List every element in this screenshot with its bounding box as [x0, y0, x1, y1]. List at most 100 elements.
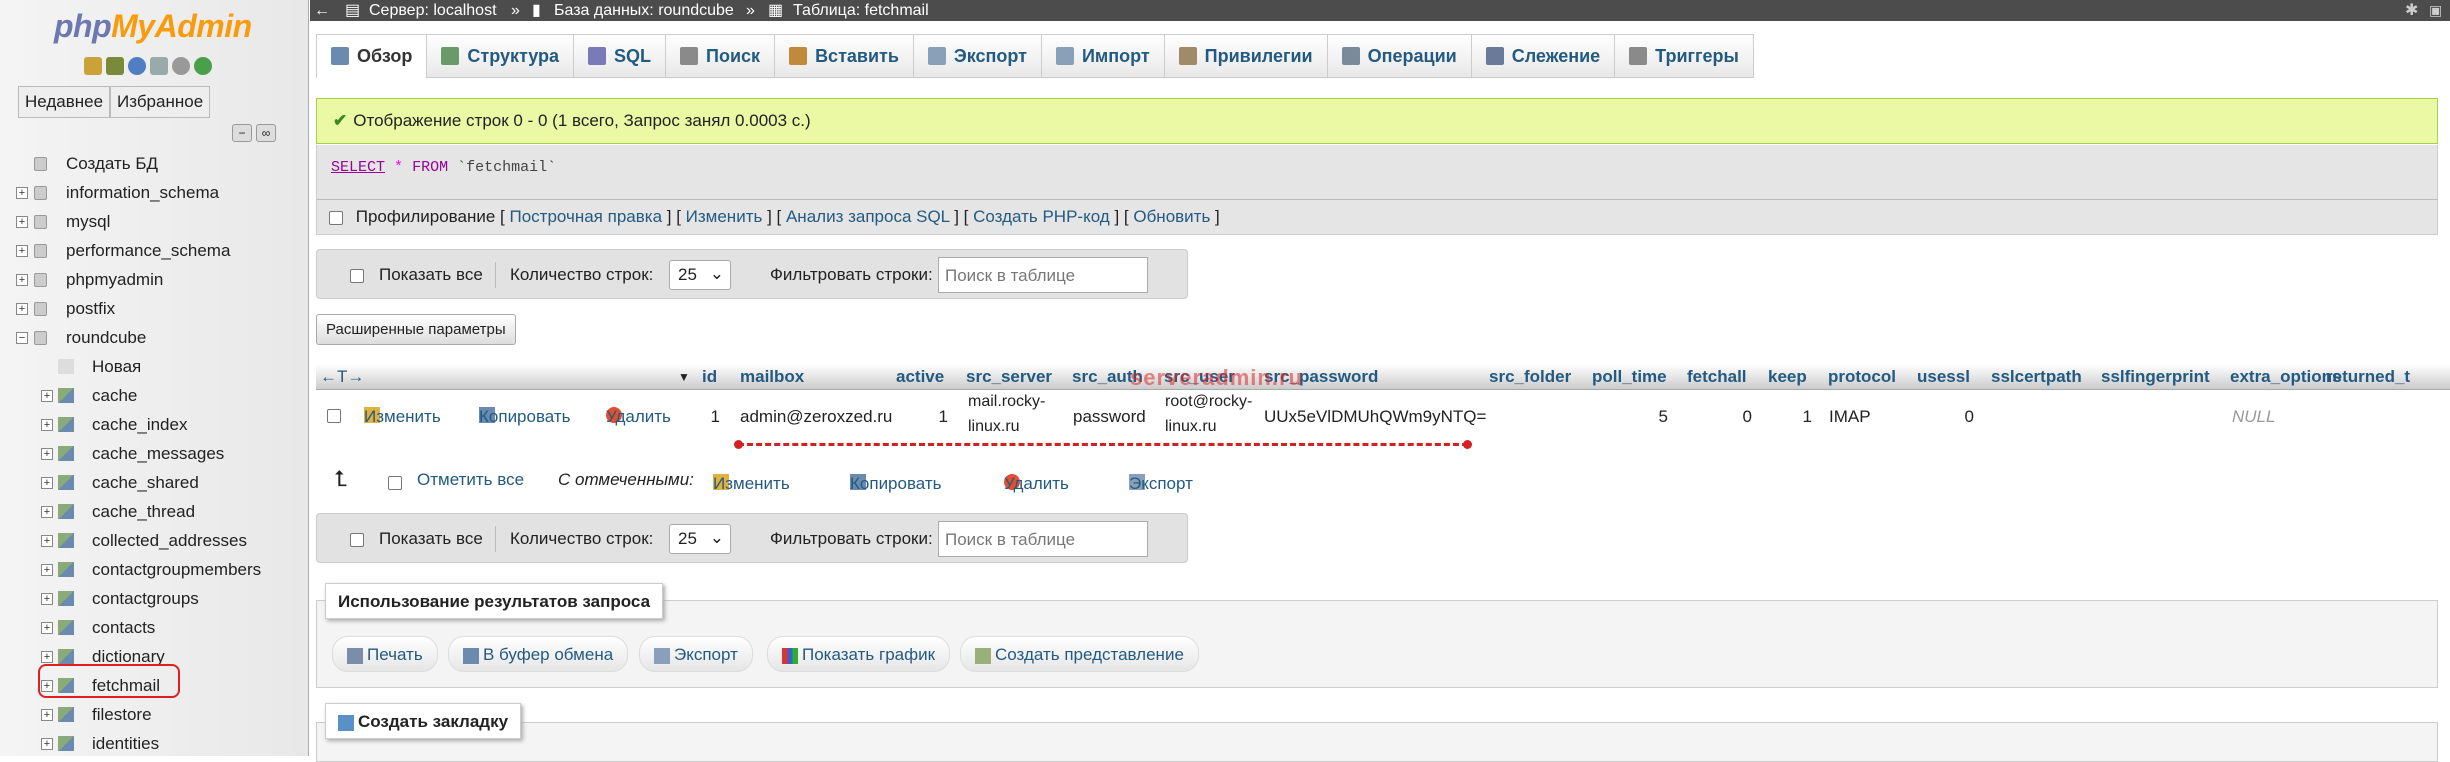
show-all-checkbox[interactable]	[350, 268, 364, 283]
bookmark-legend[interactable]: Создать закладку	[325, 703, 522, 739]
column-header-sslcertpath[interactable]: sslcertpath	[1991, 367, 2082, 387]
column-header-id[interactable]: id	[702, 367, 717, 387]
tab-operations[interactable]: Операции	[1326, 34, 1472, 78]
tree-item[interactable]: + contactgroupmembers	[14, 555, 308, 584]
column-header-mailbox[interactable]: mailbox	[740, 367, 804, 387]
print-button[interactable]: Печать	[332, 636, 438, 672]
row-checkbox[interactable]	[327, 409, 341, 423]
expand-icon[interactable]: +	[41, 622, 53, 634]
show-chart-button[interactable]: Показать график	[767, 636, 951, 672]
sql-select-keyword[interactable]: SELECT	[331, 159, 385, 176]
tree-item[interactable]: + cache_shared	[14, 468, 308, 497]
tree-item[interactable]: + collected_addresses	[14, 526, 308, 555]
expand-icon[interactable]: +	[16, 274, 28, 286]
expand-icon[interactable]: +	[41, 709, 53, 721]
tree-item[interactable]: + information_schema	[14, 178, 308, 207]
tree-item[interactable]: + cache_index	[14, 410, 308, 439]
tree-item[interactable]: + performance_schema	[14, 236, 308, 265]
tree-item[interactable]: + cache_messages	[14, 439, 308, 468]
docs-icon[interactable]	[128, 57, 146, 75]
gear-icon[interactable]: ✱	[2405, 2, 2422, 19]
favorites-tab[interactable]: Избранное	[110, 86, 211, 118]
frame-icon[interactable]: ▣	[2429, 2, 2446, 19]
phpmyadmin-logo[interactable]: phpMyAdmin	[54, 8, 252, 45]
tab-browse[interactable]: Обзор	[316, 34, 428, 78]
expand-icon[interactable]: +	[41, 535, 53, 547]
tree-item[interactable]: + contactgroups	[14, 584, 308, 613]
refresh-link[interactable]: Обновить	[1133, 207, 1210, 226]
expand-icon[interactable]: +	[41, 506, 53, 518]
doc-icon[interactable]	[150, 57, 168, 75]
column-header-poll_time[interactable]: poll_time	[1592, 367, 1667, 387]
tab-tracking[interactable]: Слежение	[1470, 34, 1616, 78]
filter-rows-input[interactable]: Поиск в таблице	[938, 521, 1148, 557]
tree-item[interactable]: + filestore	[14, 700, 308, 729]
recent-tab[interactable]: Недавнее	[18, 86, 111, 118]
column-header-fetchall[interactable]: fetchall	[1687, 367, 1747, 387]
expand-icon[interactable]: +	[16, 245, 28, 257]
expand-icon[interactable]: +	[41, 419, 53, 431]
tree-item[interactable]: + contacts	[14, 613, 308, 642]
tree-item[interactable]: + identities	[14, 729, 308, 756]
tree-item[interactable]: + cache_thread	[14, 497, 308, 526]
collapse-all-icon[interactable]: −	[232, 124, 252, 142]
filter-rows-input[interactable]: Поиск в таблице	[938, 257, 1148, 293]
tab-structure[interactable]: Структура	[426, 34, 575, 78]
rows-count-select[interactable]: 25 ⌄	[669, 260, 731, 290]
inline-edit-link[interactable]: Построчная правка	[509, 207, 662, 226]
create-php-code-link[interactable]: Создать PHP-код	[973, 207, 1110, 226]
breadcrumb-database[interactable]: База данных: roundcube	[554, 0, 734, 21]
column-header-keep[interactable]: keep	[1768, 367, 1807, 387]
tab-triggers[interactable]: Триггеры	[1614, 34, 1754, 78]
tab-import[interactable]: Импорт	[1040, 34, 1165, 78]
expand-icon[interactable]: +	[16, 187, 28, 199]
tab-sql[interactable]: SQL	[573, 34, 667, 78]
column-header-protocol[interactable]: protocol	[1828, 367, 1896, 387]
tree-item[interactable]: Создать БД	[14, 149, 308, 178]
tree-item[interactable]: − roundcube	[14, 323, 308, 352]
expand-icon[interactable]: +	[41, 477, 53, 489]
column-nav-arrows[interactable]: ←T→	[320, 367, 364, 387]
expand-icon[interactable]: +	[41, 564, 53, 576]
sort-dropdown-icon[interactable]: ▼	[678, 370, 690, 384]
column-header-extra_options[interactable]: extra_options	[2230, 367, 2341, 387]
column-header-active[interactable]: active	[896, 367, 944, 387]
tab-insert[interactable]: Вставить	[774, 34, 914, 78]
column-header-src_server[interactable]: src_server	[966, 367, 1052, 387]
logout-icon[interactable]	[106, 57, 124, 75]
column-header-usessl[interactable]: usessl	[1917, 367, 1970, 387]
extended-options-button[interactable]: Расширенные параметры	[316, 314, 516, 345]
column-header-src_folder[interactable]: src_folder	[1489, 367, 1571, 387]
show-all-checkbox[interactable]	[350, 532, 364, 547]
create-view-button[interactable]: Создать представление	[960, 636, 1199, 672]
collapse-icon[interactable]: ←	[314, 0, 330, 21]
check-all-label[interactable]: Отметить все	[417, 470, 524, 490]
tab-privileges[interactable]: Привилегии	[1163, 34, 1328, 78]
check-all-checkbox[interactable]	[388, 476, 402, 490]
link-with-main-icon[interactable]: ∞	[256, 124, 276, 142]
tab-export[interactable]: Экспорт	[912, 34, 1042, 78]
profiling-checkbox[interactable]	[329, 210, 343, 225]
tree-item[interactable]: Новая	[14, 352, 308, 381]
breadcrumb-table[interactable]: Таблица: fetchmail	[793, 0, 929, 21]
home-icon[interactable]	[84, 57, 102, 75]
expand-icon[interactable]: +	[41, 448, 53, 460]
clipboard-button[interactable]: В буфер обмена	[448, 636, 629, 672]
settings-icon[interactable]	[172, 57, 190, 75]
expand-icon[interactable]: +	[16, 216, 28, 228]
column-header-sslfingerprint[interactable]: sslfingerprint	[2101, 367, 2210, 387]
expand-icon[interactable]: +	[41, 390, 53, 402]
explain-sql-link[interactable]: Анализ запроса SQL	[786, 207, 950, 226]
tree-item[interactable]: + postfix	[14, 294, 308, 323]
tab-search[interactable]: Поиск	[665, 34, 776, 78]
expand-icon[interactable]: +	[41, 593, 53, 605]
collapse-icon[interactable]: −	[16, 332, 28, 344]
export-button[interactable]: Экспорт	[639, 636, 753, 672]
breadcrumb-server[interactable]: Сервер: localhost	[369, 0, 497, 21]
rows-count-select[interactable]: 25 ⌄	[669, 524, 731, 554]
expand-icon[interactable]: +	[16, 303, 28, 315]
tree-item[interactable]: + phpmyadmin	[14, 265, 308, 294]
tree-item[interactable]: + mysql	[14, 207, 308, 236]
table-row[interactable]: Изменить Копировать Удалить 1 admin@zerox…	[316, 390, 2450, 444]
expand-icon[interactable]: +	[41, 738, 53, 750]
